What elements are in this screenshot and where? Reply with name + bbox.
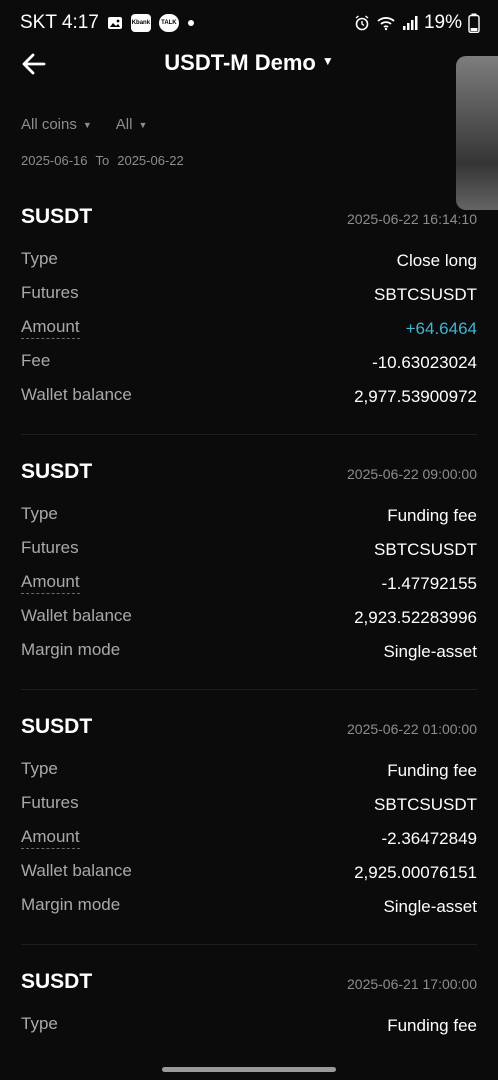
- date-range[interactable]: 2025-06-16 To 2025-06-22: [21, 153, 184, 168]
- record-coin: SUSDT: [21, 970, 93, 993]
- alarm-icon: [354, 15, 370, 31]
- record-time: 2025-06-22 09:00:00: [347, 466, 477, 482]
- row-value: Close long: [396, 251, 477, 270]
- record-row-futures: Futures SBTCSUSDT: [21, 534, 477, 568]
- filter-bar: All coins ▼ All ▼: [21, 116, 147, 133]
- amount-label-tooltip[interactable]: Amount: [21, 572, 80, 594]
- type-filter-label: All: [115, 116, 133, 133]
- record-row-type: Type Funding fee: [21, 1010, 477, 1044]
- row-label: Futures: [21, 538, 79, 557]
- divider: [21, 944, 477, 945]
- amount-label-tooltip[interactable]: Amount: [21, 317, 80, 339]
- home-gesture-bar[interactable]: [162, 1067, 336, 1072]
- record-row-fee: Fee -10.63023024: [21, 347, 477, 381]
- divider: [21, 689, 477, 690]
- row-value: Single-asset: [383, 897, 477, 916]
- record-row-amount: Amount +64.6464: [21, 313, 477, 347]
- date-to: 2025-06-22: [117, 153, 184, 168]
- row-label: Futures: [21, 283, 79, 302]
- record-row-futures: Futures SBTCSUSDT: [21, 279, 477, 313]
- notification-dot-icon: [187, 19, 195, 27]
- talk-label: TALK: [161, 20, 177, 26]
- caret-down-icon: ▼: [138, 119, 148, 130]
- signal-icon: [402, 15, 418, 31]
- kbank-app-icon: Kbank: [130, 14, 151, 32]
- row-value: 2,925.00076151: [354, 863, 477, 882]
- header: USDT-M Demo ▼: [0, 44, 498, 88]
- record-row-type: Type Close long: [21, 245, 477, 279]
- caret-down-icon: ▼: [82, 119, 92, 130]
- row-value: Funding fee: [387, 1016, 477, 1035]
- row-label: Type: [21, 1014, 58, 1033]
- row-value: 2,977.53900972: [354, 387, 477, 406]
- row-label: Wallet balance: [21, 861, 132, 880]
- row-value: -10.63023024: [372, 353, 477, 372]
- record-row-futures: Futures SBTCSUSDT: [21, 789, 477, 823]
- status-bar: SKT 4:17 Kbank TALK 19%: [0, 0, 498, 44]
- record-row-type: Type Funding fee: [21, 755, 477, 789]
- row-value: SBTCSUSDT: [374, 540, 477, 559]
- record-time: 2025-06-21 17:00:00: [347, 976, 477, 992]
- row-value: Single-asset: [383, 642, 477, 661]
- wifi-icon: [376, 15, 396, 31]
- row-label: Wallet balance: [21, 606, 132, 625]
- row-value: -1.47792155: [381, 574, 477, 593]
- battery-icon: [468, 13, 480, 33]
- coin-filter-dropdown[interactable]: All coins ▼: [21, 116, 92, 133]
- record-card: SUSDT 2025-06-21 17:00:00 Type Funding fe…: [21, 970, 477, 1044]
- battery-percent: 19%: [423, 12, 462, 33]
- row-value: 2,923.52283996: [354, 608, 477, 627]
- record-row-amount: Amount -1.47792155: [21, 568, 477, 602]
- record-coin: SUSDT: [21, 205, 93, 228]
- record-time: 2025-06-22 01:00:00: [347, 721, 477, 737]
- amount-label-tooltip[interactable]: Amount: [21, 827, 80, 849]
- record-row-margin-mode: Margin mode Single-asset: [21, 636, 477, 670]
- record-card: SUSDT 2025-06-22 09:00:00 Type Funding fe…: [21, 460, 477, 670]
- row-value: Funding fee: [387, 761, 477, 780]
- row-label: Futures: [21, 793, 79, 812]
- coin-filter-label: All coins: [21, 116, 77, 133]
- page-title: USDT-M Demo: [164, 50, 316, 75]
- row-label: Margin mode: [21, 640, 121, 659]
- row-label: Margin mode: [21, 895, 121, 914]
- carrier-time: SKT 4:17: [20, 12, 99, 33]
- divider: [21, 434, 477, 435]
- floating-video-thumbnail[interactable]: [456, 56, 498, 210]
- record-row-margin-mode: Margin mode Single-asset: [21, 891, 477, 925]
- record-coin: SUSDT: [21, 460, 93, 483]
- row-value: Funding fee: [387, 506, 477, 525]
- date-from: 2025-06-16: [21, 153, 88, 168]
- type-filter-dropdown[interactable]: All ▼: [116, 116, 148, 133]
- row-label: Type: [21, 504, 58, 523]
- date-to-label: To: [95, 153, 110, 168]
- row-value: +64.6464: [405, 319, 477, 338]
- kakaotalk-icon: TALK: [158, 14, 179, 32]
- record-card: SUSDT 2025-06-22 01:00:00 Type Funding fe…: [21, 715, 477, 925]
- record-row-wallet-balance: Wallet balance 2,925.00076151: [21, 857, 477, 891]
- caret-down-icon: ▼: [321, 54, 334, 69]
- kbank-label: Kbank: [131, 20, 151, 26]
- row-label: Wallet balance: [21, 385, 132, 404]
- record-row-type: Type Funding fee: [21, 500, 477, 534]
- record-row-wallet-balance: Wallet balance 2,977.53900972: [21, 381, 477, 415]
- row-value: -2.36472849: [381, 829, 477, 848]
- record-row-wallet-balance: Wallet balance 2,923.52283996: [21, 602, 477, 636]
- row-label: Type: [21, 759, 58, 778]
- record-coin: SUSDT: [21, 715, 93, 738]
- account-selector[interactable]: USDT-M Demo ▼: [0, 50, 498, 76]
- record-card: SUSDT 2025-06-22 16:14:10 Type Close long…: [21, 205, 477, 415]
- row-label: Fee: [21, 351, 51, 370]
- bottom-gesture-area: [0, 1040, 498, 1080]
- gallery-icon: [107, 15, 123, 31]
- row-value: SBTCSUSDT: [374, 285, 477, 304]
- record-time: 2025-06-22 16:14:10: [347, 211, 477, 227]
- row-value: SBTCSUSDT: [374, 795, 477, 814]
- record-row-amount: Amount -2.36472849: [21, 823, 477, 857]
- row-label: Type: [21, 249, 58, 268]
